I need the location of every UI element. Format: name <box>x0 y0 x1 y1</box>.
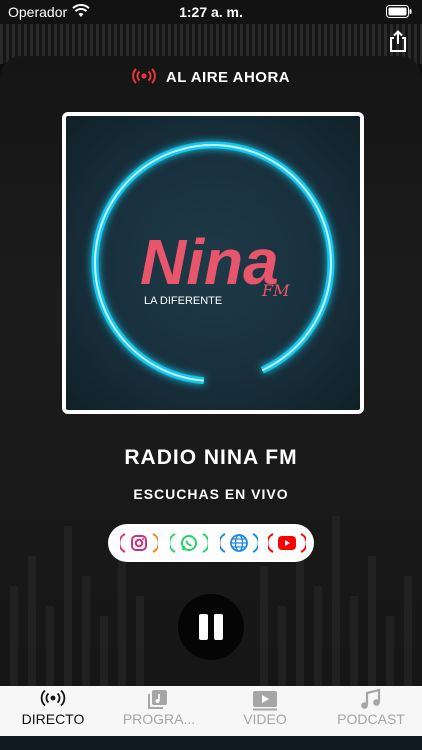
tab-directo[interactable]: DIRECTO <box>0 686 106 736</box>
playlist-icon <box>148 690 167 709</box>
whatsapp-button[interactable] <box>166 524 212 562</box>
share-button[interactable] <box>388 30 408 57</box>
tab-label: PROGRA... <box>122 711 196 727</box>
tab-video[interactable]: VIDEO <box>212 686 318 736</box>
player-card: AL AIRE AHORA Nina LA DIFERENTE FM RADIO… <box>0 56 422 686</box>
tab-label: DIRECTO <box>21 711 85 727</box>
live-indicator: AL AIRE AHORA <box>0 68 422 88</box>
station-subtitle: ESCUCHAS EN VIVO <box>133 486 289 502</box>
tab-bar: DIRECTO PROGRA... VIDEO PODCAST <box>0 686 422 736</box>
broadcast-icon <box>40 689 66 707</box>
station-name: RADIO NINA FM <box>124 446 298 469</box>
tab-podcast[interactable]: PODCAST <box>318 686 422 736</box>
pause-icon <box>199 614 223 640</box>
youtube-button[interactable] <box>264 524 310 562</box>
logo-tagline: LA DIFERENTE <box>144 295 222 307</box>
tab-label: VIDEO <box>243 711 287 727</box>
instagram-button[interactable] <box>116 524 162 562</box>
share-icon <box>390 30 406 52</box>
instagram-icon <box>118 533 160 553</box>
broadcast-live-icon <box>132 68 156 88</box>
logo-wordmark: Nina <box>140 226 279 298</box>
logo-fm: FM <box>261 281 290 300</box>
website-button[interactable] <box>216 524 262 562</box>
social-links <box>108 524 314 562</box>
video-icon <box>253 691 277 711</box>
station-artwork: Nina LA DIFERENTE FM <box>62 112 364 414</box>
globe-icon <box>218 533 260 553</box>
whatsapp-icon <box>168 533 210 553</box>
music-note-icon <box>361 688 381 709</box>
tab-programas[interactable]: PROGRA... <box>106 686 212 736</box>
battery-icon <box>386 5 412 23</box>
home-indicator-area <box>0 736 422 750</box>
station-logo: Nina LA DIFERENTE FM <box>91 141 335 385</box>
pause-button[interactable] <box>178 594 244 660</box>
status-bar: Operador 1:27 a. m. <box>0 0 422 24</box>
clock: 1:27 a. m. <box>179 4 243 20</box>
live-label: AL AIRE AHORA <box>165 68 291 86</box>
youtube-icon <box>266 533 308 553</box>
tab-label: PODCAST <box>337 711 405 727</box>
